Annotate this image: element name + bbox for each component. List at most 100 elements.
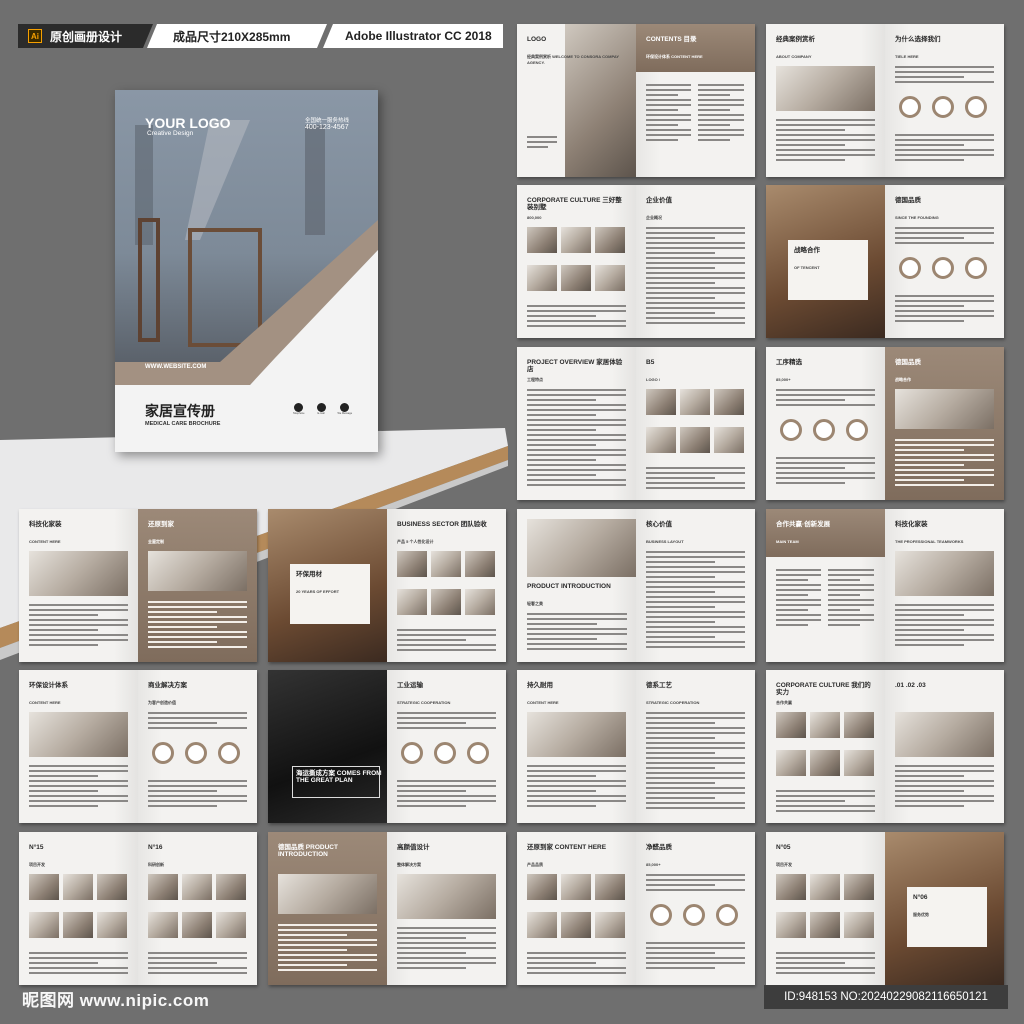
text-line — [148, 785, 247, 787]
text-line — [776, 457, 875, 459]
page-photo — [527, 712, 626, 757]
text-line — [698, 84, 744, 86]
text-line — [895, 459, 994, 461]
hotline-label: 全国统一服务热线 — [305, 118, 350, 124]
brochure-spread: 海运撕成方案 COMES FROM THE GREAT PLAN 工业运输 STRA… — [268, 670, 506, 823]
header-label-text: 原创画册设计 — [50, 29, 123, 44]
text-line — [646, 566, 745, 568]
text-line — [776, 967, 875, 969]
text-line — [776, 472, 875, 474]
text-line — [397, 805, 467, 807]
text-line — [148, 626, 218, 628]
grid-photo — [431, 589, 461, 615]
text-line — [698, 119, 744, 121]
right-page: N°16 科研创新 — [138, 832, 257, 985]
right-page: N°06 服务优势 — [885, 832, 1004, 985]
page-subtitle: BUSINESS LAYOUT — [646, 539, 684, 544]
left-page: 合作共赢·创新发展 MAIN TEAM — [766, 509, 885, 662]
ring-icon — [899, 96, 921, 118]
wechat-icon — [340, 403, 350, 412]
page-photo — [776, 66, 875, 111]
text-line — [646, 957, 745, 959]
text-line — [29, 952, 128, 954]
right-page: 科技化家装 THE PROFESSIONAL TEAMWORKS — [885, 509, 1004, 662]
text-line — [776, 589, 821, 591]
text-line — [527, 444, 597, 446]
text-line — [895, 444, 994, 446]
cover-website: WWW.WEBSITE.COM — [145, 364, 207, 370]
brochure-spread: 还原到家 CONTENT HERE 产品品质 净醛品质 85,000+ — [517, 832, 755, 985]
page-subtitle: 合作共赢 — [776, 700, 792, 705]
page-subtitle: OF TENCENT — [794, 265, 820, 270]
brochure-spread: N°15 项目开发 N°16 科研创新 — [19, 832, 257, 985]
text-line — [895, 479, 965, 481]
left-page: LOGO 经典案例赏析 WELCOME TO CONSORA COMPAY AGE… — [517, 24, 636, 177]
brochure-spread: 环保设计体系 CONTENT HERE 商业解决方案 为客户创造价值 — [19, 670, 257, 823]
left-page: CORPORATE CULTURE 我们的实力合作共赢 — [766, 670, 885, 823]
text-line — [646, 631, 745, 633]
grid-photo — [465, 589, 495, 615]
text-line — [895, 484, 994, 486]
grid-photo — [810, 750, 840, 776]
text-line — [646, 287, 745, 289]
text-line — [646, 292, 745, 294]
text-line — [148, 641, 218, 643]
text-line — [646, 742, 745, 744]
left-page: 环保用材 20 YEARS OF EFFORT — [268, 509, 387, 662]
text-line — [527, 305, 626, 307]
text-line — [148, 972, 247, 974]
grid-photo — [810, 712, 840, 738]
text-line — [776, 154, 875, 156]
grid-photo — [527, 227, 557, 253]
text-line — [646, 139, 678, 141]
text-line — [148, 800, 247, 802]
text-line — [776, 159, 846, 161]
text-line — [895, 634, 994, 636]
text-line — [29, 619, 128, 621]
right-page: 为什么选择我们 TIELE HERE — [885, 24, 1004, 177]
text-line — [527, 648, 627, 650]
text-line — [646, 962, 745, 964]
text-line — [646, 591, 716, 593]
page-subtitle: 产品品质 — [527, 862, 543, 867]
page-title: B5 — [646, 359, 655, 366]
text-line — [527, 800, 626, 802]
cover-photo — [115, 90, 378, 452]
page-subtitle: CONTENT HERE — [29, 539, 61, 544]
text-line — [397, 712, 496, 714]
brochure-spread: 德国品质 PRODUCT INTRODUCTION 高颜值设计 整体解决方案 — [268, 832, 506, 985]
page-subtitle: TIELE HERE — [895, 54, 919, 59]
text-line — [828, 584, 874, 586]
brochure-spread: 经典案例赏析 ABOUT COMPANY 为什么选择我们 TIELE HERE — [766, 24, 1004, 177]
text-line — [527, 414, 597, 416]
text-line — [646, 302, 745, 304]
cover-title: 家居宣传册 — [145, 403, 215, 419]
ring-icon — [467, 742, 489, 764]
text-line — [895, 780, 994, 782]
page-title: LOGO — [527, 36, 547, 43]
text-line — [646, 757, 745, 759]
page-subtitle: 800,000 — [527, 215, 542, 220]
text-line — [397, 644, 496, 646]
brochure-spread: N°05 项目开发 N°06 服务优势 — [766, 832, 1004, 985]
right-page: 商业解决方案 为客户创造价值 — [138, 670, 257, 823]
text-line — [895, 149, 994, 151]
page-title: CORPORATE CULTURE 我们的实力 — [776, 682, 871, 697]
text-line — [776, 467, 846, 469]
text-line — [646, 317, 745, 319]
text-line — [278, 969, 377, 971]
grid-photo — [397, 589, 427, 615]
page-photo — [29, 712, 128, 757]
left-page: 还原到家 CONTENT HERE 产品品质 — [517, 832, 636, 985]
text-line — [148, 962, 218, 964]
text-line — [397, 937, 467, 939]
page-subtitle: CONTENT HERE — [527, 700, 559, 705]
text-line — [646, 119, 691, 121]
text-line — [29, 644, 99, 646]
brochure-spread: 科技化家装 CONTENT HERE 还原到家 全屋定制 — [19, 509, 257, 662]
text-line — [895, 805, 965, 807]
text-line — [29, 609, 128, 611]
grid-photo — [431, 551, 461, 577]
page-title: 工业运输 — [397, 682, 423, 689]
page-subtitle: SINCE THE FOUNDING — [895, 215, 939, 220]
